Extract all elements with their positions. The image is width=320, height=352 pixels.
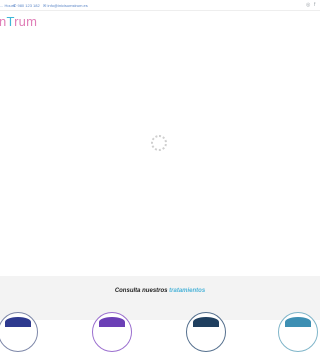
instagram-icon[interactable]: ◎ — [306, 2, 310, 8]
header-divider — [0, 10, 320, 11]
phone-icon: ✆ — [13, 3, 17, 8]
treatment-image — [5, 317, 31, 327]
treatment-card-3[interactable] — [186, 312, 226, 352]
logo-text-part2: T — [6, 14, 15, 29]
phone-link[interactable]: ✆ 980 123 182 — [13, 3, 40, 8]
treatment-image — [285, 317, 311, 327]
treatments-heading-prefix: Consulta nuestros — [114, 288, 168, 294]
email-address: info@inicisumstrum.es — [47, 3, 88, 8]
treatment-card-1[interactable] — [0, 312, 38, 352]
treatment-card-2[interactable] — [92, 312, 132, 352]
treatment-card-4[interactable] — [278, 312, 318, 352]
facebook-icon[interactable]: f — [314, 2, 315, 8]
treatments-heading-accent: tratamientos — [169, 288, 206, 294]
logo-text-part3: rum — [14, 14, 38, 29]
loading-spinner-icon — [151, 135, 167, 151]
treatment-image — [193, 317, 219, 327]
treatments-section — [0, 276, 320, 320]
email-link[interactable]: ✉ info@inicisumstrum.es — [43, 3, 88, 8]
treatments-heading: Consulta nuestros tratamientos — [0, 288, 320, 294]
phone-number: 980 123 182 — [17, 3, 40, 8]
treatment-image — [99, 317, 125, 327]
site-logo[interactable]: nTrum — [0, 14, 37, 29]
top-contact-bar: ... Hours ✆ 980 123 182 ✉ info@inicisums… — [0, 0, 320, 10]
mail-icon: ✉ — [43, 3, 47, 8]
